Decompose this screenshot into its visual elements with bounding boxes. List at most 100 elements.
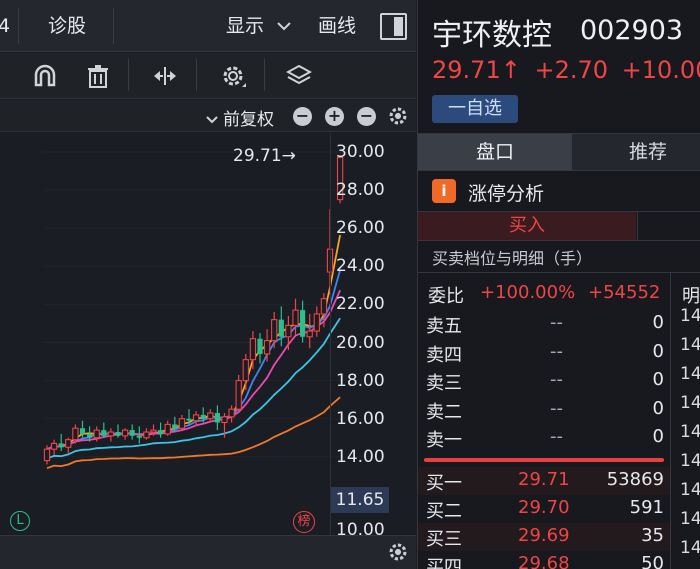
bid-row: 买一 29.71 53869 — [418, 467, 670, 495]
candle-body — [300, 310, 306, 337]
y-tick-label: 10.00 — [336, 520, 385, 540]
ranking-badge[interactable]: 榜 — [293, 511, 315, 533]
y-axis-divider — [330, 133, 331, 535]
candle-body — [79, 428, 86, 434]
divider — [196, 59, 197, 91]
candle-body — [65, 439, 72, 448]
current-price-tag: 11.65 — [331, 487, 389, 513]
candle-body — [271, 319, 278, 342]
bid-price: 29.69 — [518, 525, 570, 546]
zoom-out-icon[interactable]: − — [293, 107, 312, 126]
y-tick-label: 26.00 — [336, 218, 385, 239]
candle-body — [242, 359, 249, 382]
drawing-toolbar — [0, 53, 416, 99]
trash-icon[interactable] — [85, 63, 111, 89]
y-tick-label: 22.00 — [336, 294, 385, 315]
tab-handicap[interactable]: 盘口 — [418, 134, 572, 170]
ask-price: -- — [550, 426, 563, 447]
adjust-dropdown[interactable]: 前复权 — [205, 105, 274, 130]
layers-icon[interactable] — [286, 63, 312, 89]
tab-bar: 盘口 推荐 — [418, 133, 700, 171]
scale-horizontal-icon[interactable] — [152, 63, 178, 89]
buy-tab[interactable]: 买入 — [418, 212, 636, 240]
candle-body — [50, 442, 58, 450]
candle-body — [306, 330, 313, 338]
candle-body — [178, 418, 186, 429]
candle-body — [107, 431, 115, 437]
tab-recommend[interactable]: 推荐 — [573, 134, 700, 170]
settings-gear-icon[interactable] — [388, 106, 408, 126]
candle-body — [186, 418, 192, 421]
last-price: 29.71↑ — [432, 56, 521, 84]
candle-body — [101, 430, 107, 436]
candle-body — [43, 448, 51, 462]
depth-title: 买卖档位与明细（手） — [432, 249, 593, 268]
ask-price: -- — [550, 340, 563, 362]
y-tick-label: 24.00 — [336, 256, 385, 277]
moving-average-line — [46, 269, 341, 451]
panel-toggle-icon[interactable] — [380, 13, 407, 40]
chevron-down-icon — [206, 116, 218, 124]
divider — [264, 59, 265, 91]
cut-tab-label[interactable]: 4 — [0, 0, 10, 52]
commission-ratio-row: 委比 +100.00% +54552 — [418, 278, 673, 308]
stock-code: 002903 — [580, 15, 684, 46]
sub-chart-gear-icon[interactable] — [388, 542, 408, 562]
candle-body — [115, 432, 121, 436]
y-tick-label: 16.00 — [336, 408, 385, 429]
add-watchlist-button[interactable]: 一自选 — [432, 95, 518, 123]
candle-body — [143, 431, 150, 439]
event-badge-l[interactable]: L — [10, 511, 30, 531]
magnet-icon[interactable] — [32, 63, 58, 89]
zoom-in-icon[interactable]: + — [325, 107, 344, 126]
gear-icon[interactable] — [220, 63, 246, 89]
candle-body — [320, 298, 328, 315]
diagnose-button[interactable]: 诊股 — [48, 0, 86, 52]
divider — [113, 8, 114, 44]
y-tick-label: 30.00 — [336, 142, 385, 162]
bid-row: 买二 29.70 591 — [418, 495, 670, 523]
ask-volume: 0 — [652, 397, 664, 419]
trade-detail-price: 14 — [680, 509, 700, 529]
y-tick-label: 28.00 — [336, 180, 385, 201]
price-row: 29.71↑ +2.70 +10.00% — [432, 56, 700, 84]
ask-row: 卖四 -- 0 — [418, 339, 700, 367]
display-dropdown[interactable]: 显示 — [226, 0, 292, 52]
bid-label: 买一 — [426, 473, 462, 494]
detail-header-cut: 明 — [682, 286, 700, 307]
bid-row: 买四 29.68 50 — [418, 551, 670, 569]
limit-up-label: 涨停分析 — [468, 183, 545, 205]
candle-body — [87, 433, 93, 438]
candle-body — [192, 414, 200, 422]
ask-label: 卖二 — [426, 401, 462, 423]
bid-price: 29.71 — [518, 469, 570, 490]
bid-row: 买三 29.69 35 — [418, 523, 670, 551]
ratio-label: 委比 — [428, 286, 464, 307]
bid-label: 买三 — [426, 529, 462, 550]
y-tick-label: 20.00 — [336, 332, 385, 353]
price-change: +2.70 — [534, 56, 609, 84]
trade-detail-price: 14 — [680, 335, 700, 355]
adjust-label: 前复权 — [223, 110, 274, 130]
ask-price: -- — [550, 312, 563, 333]
price-change-pct: +10.00% — [621, 56, 700, 84]
candle-body — [263, 340, 271, 355]
adjust-row: 前复权 − + − — [0, 100, 416, 132]
y-tick-label: 18.00 — [336, 370, 385, 391]
candle-body — [292, 309, 299, 326]
candle-body — [285, 324, 292, 338]
bid-price: 29.68 — [518, 553, 570, 569]
ask-row: 卖五 -- 0 — [418, 310, 700, 338]
divider — [18, 8, 19, 44]
limit-up-row[interactable]: i 涨停分析 — [418, 172, 700, 210]
sub-chart-header — [0, 535, 416, 569]
trade-detail-price: 14 — [680, 393, 700, 413]
candle-body — [72, 427, 79, 441]
candle-body — [150, 429, 157, 433]
divider — [637, 212, 638, 240]
ask-label: 卖三 — [426, 373, 462, 394]
minus-icon[interactable]: − — [357, 107, 376, 126]
ask-label: 卖四 — [426, 344, 462, 366]
draw-line-button[interactable]: 画线 — [318, 0, 356, 52]
trade-detail-price: 14 — [680, 538, 700, 558]
